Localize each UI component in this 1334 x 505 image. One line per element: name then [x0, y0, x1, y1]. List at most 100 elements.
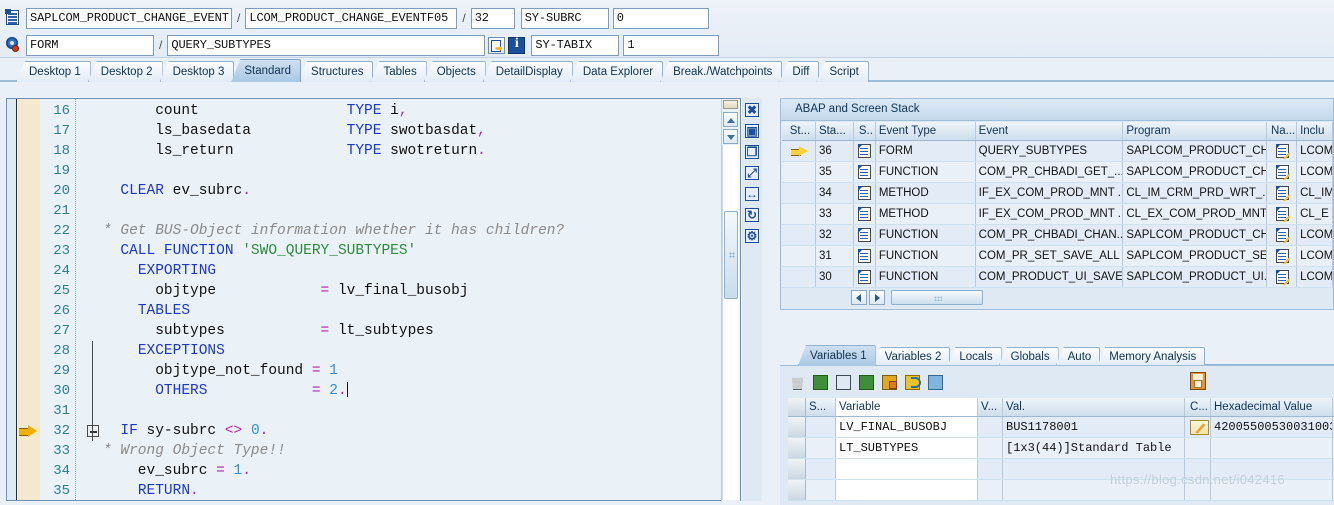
- variables-column-header-val[interactable]: Val.: [1003, 398, 1185, 416]
- navigate-icon[interactable]: [903, 373, 923, 393]
- stack-cell-source-icon[interactable]: [854, 204, 876, 224]
- stack-row[interactable]: 32 FUNCTION COM_PR_CHBADI_CHAN... SAPLCOM_P…: [782, 225, 1333, 246]
- stack-row[interactable]: 33 METHOD IF_EX_COM_PROD_MNT ... CL_EX_COM_…: [782, 204, 1333, 225]
- stack-column-header-na[interactable]: Na...: [1267, 122, 1298, 140]
- variables-cell-value[interactable]: BUS1178001: [1003, 417, 1185, 437]
- stack-row[interactable]: 34 METHOD IF_EX_COM_PROD_MNT ... CL_IM_CRM_…: [782, 183, 1333, 204]
- code-line[interactable]: subtypes = lt_subtypes: [103, 321, 433, 341]
- sy-subrc-value[interactable]: 0: [612, 7, 709, 29]
- tab-desktop-3[interactable]: Desktop 3: [159, 61, 235, 82]
- tab-data-explorer[interactable]: Data Explorer: [569, 61, 664, 82]
- stack-cell-source-icon[interactable]: [854, 162, 876, 182]
- restore-window-icon[interactable]: ❐: [743, 143, 761, 161]
- stack-horizontal-scrollbar[interactable]: [851, 290, 983, 305]
- variables-column-header-s[interactable]: S...: [806, 398, 836, 416]
- code-line[interactable]: EXPORTING: [103, 261, 216, 281]
- current-line-field[interactable]: 32: [470, 7, 515, 29]
- code-line[interactable]: objtype = lv_final_busobj: [103, 281, 468, 301]
- program-name-field[interactable]: SAPLCOM_PRODUCT_CHANGE_EVENT: [26, 7, 232, 29]
- breakpoint-gutter[interactable]: [7, 99, 17, 500]
- variables-row-selector[interactable]: [788, 480, 806, 500]
- code-line[interactable]: IF sy-subrc <> 0.: [103, 421, 268, 441]
- stack-column-header-program[interactable]: Program: [1123, 122, 1268, 140]
- code-line[interactable]: ls_basedata TYPE swotbasdat,: [103, 121, 486, 141]
- code-line[interactable]: * Get BUS-Object information whether it …: [103, 221, 564, 241]
- stack-cell-navigate-icon[interactable]: [1267, 246, 1298, 266]
- code-line[interactable]: RETURN.: [103, 481, 199, 501]
- scrollbar-thumb[interactable]: [724, 211, 738, 299]
- tab-script[interactable]: Script: [816, 61, 869, 82]
- tab-tables[interactable]: Tables: [370, 61, 427, 82]
- tab-desktop-2[interactable]: Desktop 2: [87, 61, 163, 82]
- scroll-right-icon[interactable]: [869, 290, 885, 305]
- variables-cell-name[interactable]: [836, 459, 978, 479]
- variables-row-selector[interactable]: [788, 438, 806, 458]
- variables-column-header-hex[interactable]: Hexadecimal Value: [1211, 398, 1333, 416]
- tab-break-watchpoints[interactable]: Break./Watchpoints: [660, 61, 783, 82]
- stack-row[interactable]: 36 FORM QUERY_SUBTYPES SAPLCOM_PRODUCT_CH..…: [782, 141, 1333, 162]
- scroll-left-icon[interactable]: [851, 290, 867, 305]
- tab-diff[interactable]: Diff: [779, 61, 820, 82]
- variables-row-selector[interactable]: [788, 459, 806, 479]
- sy-tabix-value[interactable]: 1: [623, 34, 720, 56]
- stack-hscroll-thumb[interactable]: [891, 290, 983, 305]
- stack-cell-source-icon[interactable]: [854, 267, 876, 287]
- tab-structures[interactable]: Structures: [298, 61, 374, 82]
- variables-tab-variables-2[interactable]: Variables 2: [872, 347, 951, 366]
- stack-column-header-s[interactable]: S..: [854, 122, 876, 140]
- scroll-up-icon[interactable]: [723, 112, 738, 127]
- stack-column-header-event[interactable]: Event: [976, 122, 1124, 140]
- include-name-field[interactable]: LCOM_PRODUCT_CHANGE_EVENTF05: [245, 7, 458, 29]
- save-layout-icon[interactable]: [1190, 372, 1206, 390]
- stack-column-header-event_type[interactable]: Event Type: [876, 122, 976, 140]
- variables-cell-name[interactable]: LV_FINAL_BUSOBJ: [836, 417, 978, 437]
- info-icon[interactable]: [508, 36, 526, 54]
- stack-cell-navigate-icon[interactable]: [1267, 267, 1298, 287]
- code-line[interactable]: CALL FUNCTION 'SWO_QUERY_SUBTYPES': [103, 241, 416, 261]
- fit-width-icon[interactable]: ↔: [743, 185, 761, 203]
- new-window-icon[interactable]: ▣: [743, 122, 761, 140]
- stack-column-header-include[interactable]: Inclu: [1297, 122, 1333, 140]
- tab-desktop-1[interactable]: Desktop 1: [16, 61, 91, 82]
- variables-column-header-selmark[interactable]: [788, 398, 806, 416]
- stack-row[interactable]: 31 FUNCTION COM_PR_SET_SAVE_ALL SAPLCOM_PRO…: [782, 246, 1333, 267]
- collapse-all-icon[interactable]: [880, 373, 900, 393]
- filter-icon[interactable]: [926, 373, 946, 393]
- variables-cell-change[interactable]: [1185, 438, 1211, 458]
- variables-cell-value[interactable]: [1x3(44)]Standard Table: [1003, 438, 1185, 458]
- swap-icon[interactable]: ↻: [743, 206, 761, 224]
- stack-column-header-st[interactable]: St...: [782, 122, 816, 140]
- scrollbar-track[interactable]: [722, 145, 739, 500]
- variables-column-header-v[interactable]: V...: [978, 398, 1003, 416]
- stack-cell-source-icon[interactable]: [854, 183, 876, 203]
- variables-row[interactable]: LT_SUBTYPES [1x3(44)]Standard Table: [788, 438, 1334, 459]
- stack-row[interactable]: 30 FUNCTION COM_PRODUCT_UI_SAVE SAPLCOM_PRO…: [782, 267, 1333, 288]
- insert-row-icon[interactable]: [811, 373, 831, 393]
- code-vertical-scrollbar[interactable]: [721, 99, 740, 502]
- code-fold-toggle-icon[interactable]: [87, 425, 99, 437]
- stack-row[interactable]: 35 FUNCTION COM_PR_CHBADI_GET_... SAPLCOM_P…: [782, 162, 1333, 183]
- variables-cell-name[interactable]: [836, 480, 978, 500]
- code-line[interactable]: ev_subrc = 1.: [103, 461, 251, 481]
- variables-tab-auto[interactable]: Auto: [1055, 347, 1101, 366]
- variables-tab-locals[interactable]: Locals: [947, 347, 1002, 366]
- display-include-icon[interactable]: [488, 36, 506, 54]
- stack-cell-navigate-icon[interactable]: [1267, 141, 1298, 161]
- code-line[interactable]: CLEAR ev_subrc.: [103, 181, 251, 201]
- variables-tab-memory-analysis[interactable]: Memory Analysis: [1097, 347, 1206, 366]
- variables-row-selector[interactable]: [788, 417, 806, 437]
- code-line[interactable]: * Wrong Object Type!!: [103, 441, 286, 461]
- code-line[interactable]: objtype_not_found = 1: [103, 361, 338, 381]
- code-line[interactable]: TABLES: [103, 301, 190, 321]
- stack-column-header-sta[interactable]: Sta...: [816, 122, 854, 140]
- variables-column-header-c[interactable]: C...: [1185, 398, 1211, 416]
- stack-cell-navigate-icon[interactable]: [1267, 225, 1298, 245]
- stack-cell-source-icon[interactable]: [854, 141, 876, 161]
- tab-objects[interactable]: Objects: [423, 61, 486, 82]
- code-line[interactable]: OTHERS = 2.: [103, 381, 348, 401]
- scroll-down-icon[interactable]: [723, 129, 738, 144]
- delete-row-icon[interactable]: [857, 373, 877, 393]
- layout-icon[interactable]: ⚙: [743, 227, 761, 245]
- stack-cell-source-icon[interactable]: [854, 246, 876, 266]
- variables-cell-change[interactable]: [1185, 417, 1211, 437]
